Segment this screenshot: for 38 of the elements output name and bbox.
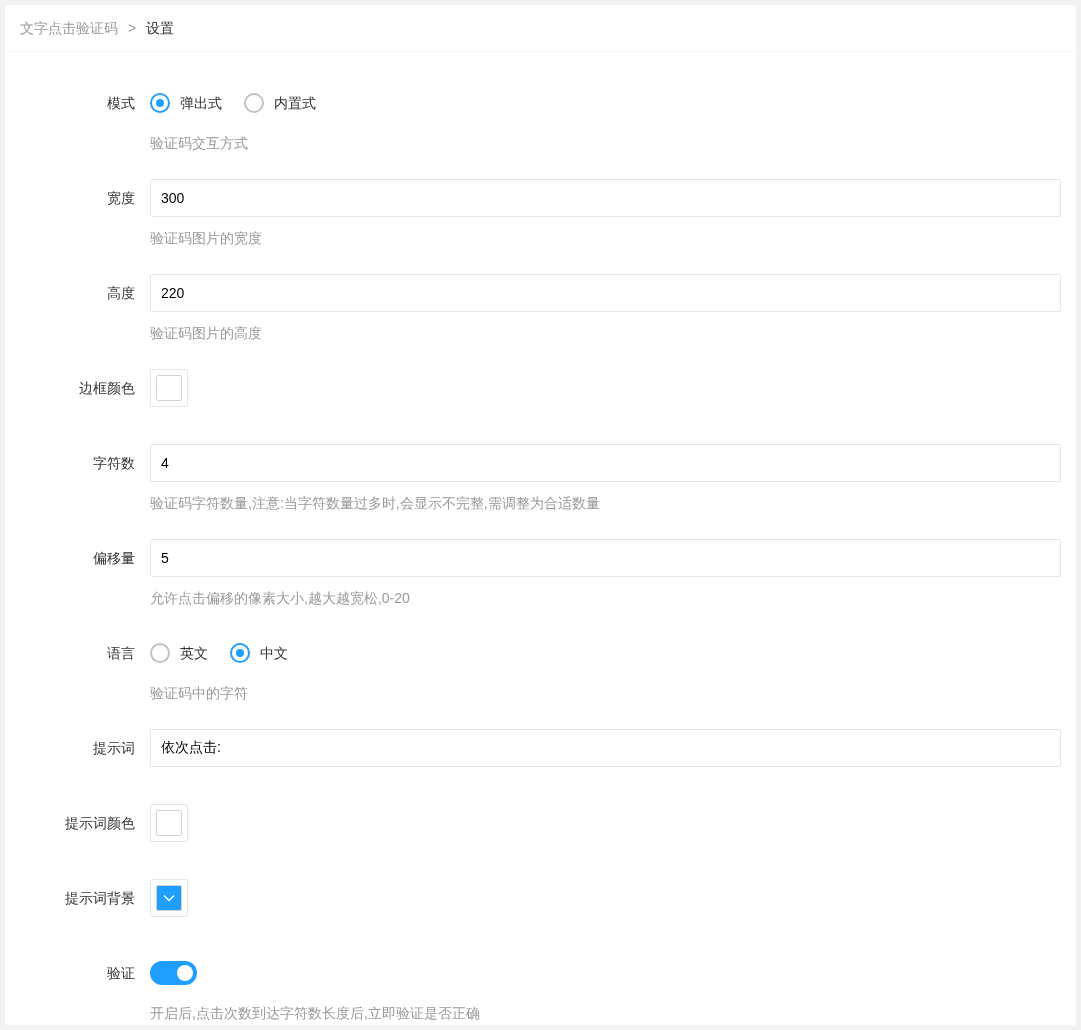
help-text: 验证码中的字符 bbox=[150, 685, 248, 701]
radio-option[interactable]: 中文 bbox=[230, 642, 288, 664]
field-label: 提示词背景 bbox=[65, 890, 135, 906]
text-input[interactable]: 5 bbox=[150, 539, 1061, 577]
radio-icon bbox=[230, 643, 250, 663]
help-text: 验证码字符数量,注意:当字符数量过多时,会显示不完整,需调整为合适数量 bbox=[150, 495, 600, 511]
text-input[interactable]: 220 bbox=[150, 274, 1061, 312]
radio-option[interactable]: 弹出式 bbox=[150, 92, 222, 114]
radio-option[interactable]: 内置式 bbox=[244, 92, 316, 114]
color-picker[interactable] bbox=[150, 369, 188, 407]
help-text: 验证码图片的宽度 bbox=[150, 230, 262, 246]
field-label: 偏移量 bbox=[93, 550, 135, 566]
breadcrumb-separator: > bbox=[128, 18, 137, 38]
chevron-down-icon bbox=[163, 894, 175, 902]
field-label: 字符数 bbox=[93, 455, 135, 471]
radio-icon bbox=[150, 643, 170, 663]
help-text: 验证码交互方式 bbox=[150, 135, 248, 151]
field-label: 提示词颜色 bbox=[65, 815, 135, 831]
help-text: 验证码图片的高度 bbox=[150, 325, 262, 341]
toggle-switch[interactable] bbox=[150, 961, 197, 985]
color-picker[interactable] bbox=[150, 879, 188, 917]
field-label: 模式 bbox=[107, 95, 135, 111]
text-input[interactable]: 4 bbox=[150, 444, 1061, 482]
field-label: 高度 bbox=[107, 285, 135, 301]
text-input[interactable]: 300 bbox=[150, 179, 1061, 217]
field-label: 边框颜色 bbox=[79, 380, 135, 396]
color-picker[interactable] bbox=[150, 804, 188, 842]
breadcrumb-link[interactable]: 设置 bbox=[146, 17, 175, 39]
radio-icon bbox=[244, 93, 264, 113]
text-input[interactable]: 依次点击: bbox=[150, 729, 1061, 767]
radio-option[interactable]: 英文 bbox=[150, 642, 208, 664]
field-label: 验证 bbox=[107, 965, 135, 981]
help-text: 允许点击偏移的像素大小,越大越宽松,0-20 bbox=[150, 590, 410, 606]
help-text: 开启后,点击次数到达字符数长度后,立即验证是否正确 bbox=[150, 1005, 480, 1021]
field-label: 语言 bbox=[107, 645, 135, 661]
radio-icon bbox=[150, 93, 170, 113]
field-label: 提示词 bbox=[93, 740, 135, 756]
field-label: 宽度 bbox=[107, 190, 135, 206]
